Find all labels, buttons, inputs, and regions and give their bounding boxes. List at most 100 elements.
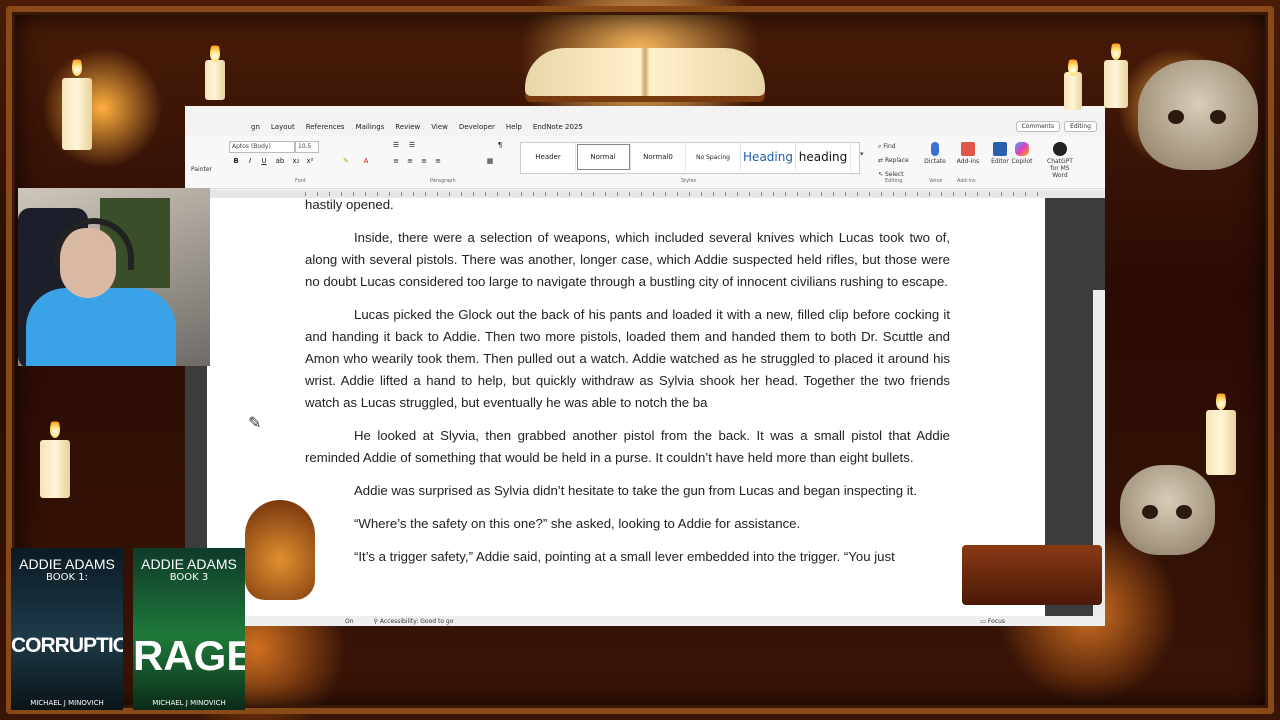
format-painter-label[interactable]: Painter bbox=[191, 166, 212, 173]
tab-help[interactable]: Help bbox=[506, 123, 522, 131]
ruler-tick bbox=[305, 192, 306, 196]
ruler-tick bbox=[797, 192, 798, 196]
tab-layout[interactable]: Layout bbox=[271, 123, 295, 131]
superscript-icon[interactable]: x² bbox=[305, 157, 315, 165]
document-page[interactable]: hastily opened. Inside, there were a sel… bbox=[207, 198, 1045, 616]
bold-button[interactable]: B bbox=[231, 157, 241, 165]
select-label: Select bbox=[884, 171, 904, 178]
align-center-icon[interactable]: ≡ bbox=[405, 157, 415, 165]
tab-developer[interactable]: Developer bbox=[459, 123, 495, 131]
justify-icon[interactable]: ≡ bbox=[433, 157, 443, 165]
tab-endnote[interactable]: EndNote 2025 bbox=[533, 123, 583, 131]
ruler-tick bbox=[473, 192, 474, 196]
ruler-tick bbox=[1013, 192, 1014, 196]
cover-series: ADDIE ADAMS bbox=[141, 556, 237, 572]
style-header[interactable]: Header bbox=[521, 143, 576, 171]
skull-eye bbox=[1210, 110, 1226, 124]
ribbon-tabs: gn Layout References Mailings Review Vie… bbox=[185, 120, 1105, 134]
cover-rage: ADDIE ADAMS BOOK 3 RAGE MICHAEL J MINOVI… bbox=[133, 548, 245, 710]
ruler-tick bbox=[845, 192, 846, 196]
subscript-icon[interactable]: x₂ bbox=[291, 157, 301, 165]
editing-group: ⌕ Find ⇄ Replace ↖ Select bbox=[878, 140, 909, 182]
editing-group-label: Editing bbox=[885, 178, 903, 184]
ruler-tick bbox=[389, 192, 390, 196]
highlight-icon[interactable]: ✎ bbox=[341, 157, 351, 165]
skull-bottom-right bbox=[1120, 465, 1215, 555]
strikethrough-icon[interactable]: ab bbox=[275, 157, 285, 165]
styles-more-icon[interactable]: ▾ bbox=[860, 150, 864, 158]
ruler-tick bbox=[521, 192, 522, 196]
flame-icon bbox=[1068, 56, 1078, 76]
ruler-tick bbox=[809, 192, 810, 196]
ruler-tick bbox=[665, 192, 666, 196]
ruler-tick bbox=[905, 192, 906, 196]
tab-review[interactable]: Review bbox=[395, 123, 420, 131]
ruler-tick bbox=[965, 192, 966, 196]
ruler-tick bbox=[329, 192, 330, 196]
ruler-tick bbox=[377, 192, 378, 196]
align-right-icon[interactable]: ≡ bbox=[419, 157, 429, 165]
align-left-icon[interactable]: ≡ bbox=[391, 157, 401, 165]
font-group-label: Font bbox=[295, 178, 306, 184]
ruler-tick bbox=[449, 192, 450, 196]
ruler-tick bbox=[749, 192, 750, 196]
document-text[interactable]: hastily opened. Inside, there were a sel… bbox=[305, 198, 950, 579]
font-size-box[interactable]: 10.5 bbox=[295, 141, 319, 153]
ruler-tick bbox=[401, 192, 402, 196]
paragraph-group-label: Paragraph bbox=[430, 178, 456, 184]
ruler-tick bbox=[617, 192, 618, 196]
style-heading[interactable]: Heading bbox=[741, 143, 796, 171]
editor-icon[interactable] bbox=[993, 142, 1007, 156]
pilcrow-icon[interactable]: ¶ bbox=[495, 141, 505, 149]
bullets-icon[interactable]: ☰ bbox=[391, 141, 401, 149]
replace-label: Replace bbox=[884, 157, 909, 164]
paragraph: “It’s a trigger safety,” Addie said, poi… bbox=[354, 549, 895, 564]
sparkle-pen-icon[interactable]: ✎ bbox=[248, 413, 261, 432]
ruler-tick bbox=[365, 192, 366, 196]
chatgpt-label: ChatGPT for MS Word bbox=[1047, 158, 1073, 179]
style-heading-lower[interactable]: heading bbox=[796, 143, 851, 171]
cover-book: BOOK 1: bbox=[46, 572, 88, 583]
borders-icon[interactable]: ▦ bbox=[485, 157, 495, 165]
ruler-tick bbox=[785, 192, 786, 196]
tab-design[interactable]: gn bbox=[251, 123, 260, 131]
ruler-tick bbox=[1025, 192, 1026, 196]
ruler-tick bbox=[581, 192, 582, 196]
font-color-icon[interactable]: A bbox=[361, 157, 371, 165]
style-normal0[interactable]: Normal0 bbox=[631, 143, 686, 171]
find-button[interactable]: ⌕ Find bbox=[878, 140, 909, 154]
tab-view[interactable]: View bbox=[431, 123, 448, 131]
chatgpt-icon[interactable] bbox=[1053, 142, 1067, 156]
ruler-tick bbox=[701, 192, 702, 196]
tab-references[interactable]: References bbox=[306, 123, 345, 131]
paragraph: “Where’s the safety on this one?” she as… bbox=[354, 516, 801, 531]
ruler-tick bbox=[989, 192, 990, 196]
italic-button[interactable]: I bbox=[245, 157, 255, 165]
addins-icon[interactable] bbox=[961, 142, 975, 156]
flame-icon bbox=[72, 56, 82, 76]
style-no-spacing[interactable]: No Spacing bbox=[686, 143, 741, 171]
cover-book: BOOK 3 bbox=[169, 572, 209, 583]
editing-mode-button[interactable]: Editing bbox=[1064, 121, 1097, 132]
font-name-box[interactable]: Aptos (Body) bbox=[229, 141, 295, 153]
underline-button[interactable]: U bbox=[259, 157, 269, 165]
ruler-tick bbox=[569, 192, 570, 196]
focus-button[interactable]: ▭ Focus bbox=[980, 618, 1005, 625]
status-left: On bbox=[345, 617, 354, 625]
skull-eye bbox=[1168, 110, 1184, 124]
styles-gallery: Header Normal Normal0 No Spacing Heading… bbox=[520, 142, 860, 174]
flame-icon bbox=[50, 418, 60, 438]
tab-mailings[interactable]: Mailings bbox=[356, 123, 385, 131]
numbering-icon[interactable]: ☰ bbox=[407, 141, 417, 149]
replace-button[interactable]: ⇄ Replace bbox=[878, 154, 909, 168]
ruler-tick bbox=[977, 192, 978, 196]
accessibility-status[interactable]: ⚲ Accessibility: Good to go bbox=[374, 618, 454, 625]
microphone-icon[interactable] bbox=[931, 142, 939, 156]
copilot-icon[interactable] bbox=[1015, 142, 1029, 156]
ruler-tick bbox=[821, 192, 822, 196]
dictate-label: Dictate bbox=[924, 158, 946, 165]
comments-button[interactable]: Comments bbox=[1015, 121, 1061, 132]
style-normal[interactable]: Normal bbox=[576, 143, 631, 171]
ruler-tick bbox=[485, 192, 486, 196]
ruler-tick bbox=[677, 192, 678, 196]
